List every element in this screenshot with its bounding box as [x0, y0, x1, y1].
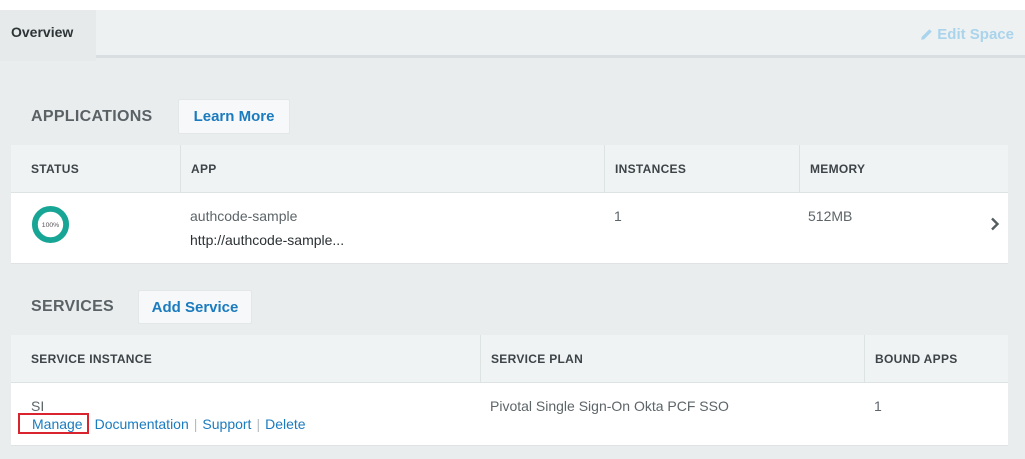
column-header-instances: INSTANCES [604, 145, 800, 193]
status-percent: 100% [42, 222, 59, 229]
column-header-service-instance: SERVICE INSTANCE [31, 352, 153, 366]
app-instances: 1 [614, 208, 622, 224]
service-action-links: Manage Documentation | Support | Delete [18, 413, 306, 434]
column-header-memory: MEMORY [799, 145, 1008, 193]
applications-table-header: STATUS APP INSTANCES MEMORY [11, 145, 1008, 193]
services-table-header: SERVICE INSTANCE SERVICE PLAN BOUND APPS [11, 335, 1008, 383]
table-row: SI Pivotal Single Sign-On Okta PCF SSO 1… [11, 384, 1008, 446]
app-name: authcode-sample [190, 208, 298, 224]
documentation-link[interactable]: Documentation [95, 416, 189, 432]
chevron-right-icon[interactable] [990, 217, 1000, 231]
service-bound-apps: 1 [874, 398, 882, 414]
table-row[interactable]: 100% authcode-sample http://authcode-sam… [11, 194, 1008, 264]
services-title: SERVICES [31, 298, 115, 315]
app-url[interactable]: http://authcode-sample... [190, 232, 344, 248]
tab-overview[interactable]: Overview [0, 10, 96, 61]
column-header-status: STATUS [31, 162, 80, 176]
app-memory: 512MB [808, 208, 853, 224]
applications-table: STATUS APP INSTANCES MEMORY 100% authcod… [11, 145, 1008, 264]
delete-link[interactable]: Delete [265, 416, 305, 432]
support-link[interactable]: Support [202, 416, 251, 432]
services-table: SERVICE INSTANCE SERVICE PLAN BOUND APPS… [11, 335, 1008, 446]
edit-space-label: Edit Space [937, 26, 1014, 43]
edit-space-link[interactable]: Edit Space [920, 26, 1014, 43]
status-donut-icon: 100% [31, 205, 70, 244]
link-separator: | [256, 415, 261, 432]
column-header-service-plan: SERVICE PLAN [480, 335, 865, 383]
applications-title: APPLICATIONS [31, 108, 153, 125]
service-plan: Pivotal Single Sign-On Okta PCF SSO [490, 398, 729, 414]
service-instance-name: SI [31, 398, 45, 414]
link-separator: | [193, 415, 198, 432]
column-header-bound-apps: BOUND APPS [864, 335, 1008, 383]
pencil-icon [921, 29, 933, 40]
top-strip [0, 0, 1025, 10]
column-header-app: APP [180, 145, 604, 193]
tab-bar: Overview Edit Space [0, 10, 1025, 61]
learn-more-button[interactable]: Learn More [178, 99, 290, 134]
add-service-button[interactable]: Add Service [138, 290, 252, 324]
manage-link[interactable]: Manage [18, 413, 89, 434]
